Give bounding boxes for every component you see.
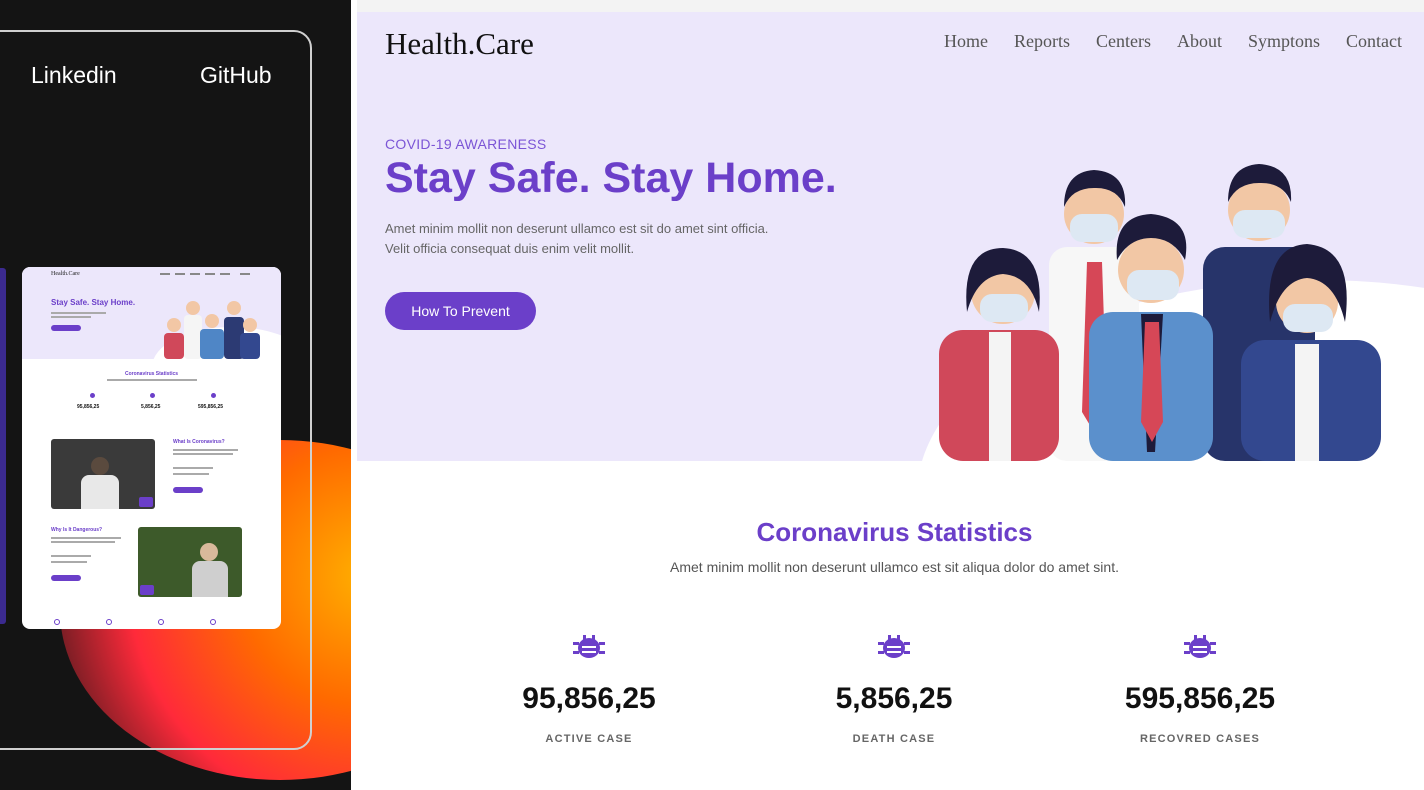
- hero-headline: Stay Safe. Stay Home.: [385, 154, 837, 202]
- thumbnail-text-line: [173, 473, 209, 475]
- thumbnail-photo-elderly-man: [138, 527, 242, 597]
- site-logo[interactable]: Health.Care: [385, 26, 534, 62]
- nav-symptons[interactable]: Symptons: [1248, 31, 1320, 52]
- stat-death-case: 5,856,25 DEATH CASE: [774, 632, 1014, 745]
- stat-label: ACTIVE CASE: [545, 733, 633, 745]
- thumbnail-photo-laptop-woman: [51, 439, 155, 509]
- thumbnail-stat-value: 5,856,25: [141, 404, 161, 410]
- thumbnail-nav-item: [220, 273, 230, 275]
- project-thumbnail[interactable]: Health.Care Stay Safe. Stay Home. Corona…: [22, 267, 281, 629]
- thumbnail-section1-title: What Is Coronavirus?: [173, 439, 225, 445]
- stat-active-case: 95,856,25 ACTIVE CASE: [469, 632, 709, 745]
- thumbnail-footer-icon: [210, 619, 216, 625]
- browser-top-strip: [357, 0, 1424, 12]
- hero-description: Amet minim mollit non deserunt ullamco e…: [385, 221, 769, 236]
- thumbnail-text-line: [51, 541, 115, 543]
- thumbnail-footer-icon: [106, 619, 112, 625]
- hero-description: Velit officia consequat duis enim velit …: [385, 241, 635, 256]
- nav-contact[interactable]: Contact: [1346, 31, 1402, 52]
- thumbnail-hero: Health.Care Stay Safe. Stay Home.: [22, 267, 281, 407]
- thumbnail-stat-value: 95,856,25: [77, 404, 100, 410]
- thumbnail-footer-icon: [54, 619, 60, 625]
- thumbnail-nav-item: [160, 273, 170, 275]
- thumbnail-nav-item: [190, 273, 200, 275]
- thumbnail-text-line: [107, 379, 197, 381]
- virus-icon: [1184, 635, 1216, 658]
- thumbnail-section2-title: Why Is It Dangerous?: [51, 527, 103, 533]
- statistics-subtitle: Amet minim mollit non deserunt ullamco e…: [670, 559, 1119, 575]
- thumbnail-cta: [51, 325, 81, 331]
- virus-icon: [878, 635, 910, 658]
- statistics-title: Coronavirus Statistics: [756, 517, 1033, 547]
- stat-recovered-cases: 595,856,25 RECOVRED CASES: [1080, 632, 1320, 745]
- thumbnail-nav-item: [205, 273, 215, 275]
- thumbnail-text-line: [51, 561, 87, 563]
- thumbnail-stat-icon: [211, 393, 216, 398]
- nav-home[interactable]: Home: [944, 31, 988, 52]
- stat-label: DEATH CASE: [852, 733, 936, 745]
- nav-about[interactable]: About: [1177, 31, 1222, 52]
- thumbnail-stat-icon: [90, 393, 95, 398]
- masked-people-illustration: [939, 164, 1381, 461]
- nav-centers[interactable]: Centers: [1096, 31, 1151, 52]
- thumbnail-hero-title: Stay Safe. Stay Home.: [51, 298, 136, 307]
- stat-value: 5,856,25: [835, 682, 953, 715]
- thumbnail-text-line: [51, 555, 91, 557]
- hero-eyebrow: COVID-19 AWARENESS: [385, 136, 547, 152]
- stat-value: 95,856,25: [522, 682, 656, 715]
- how-to-prevent-button[interactable]: How To Prevent: [385, 292, 536, 330]
- thumbnail-brand: Health.Care: [51, 271, 80, 277]
- nav-reports[interactable]: Reports: [1014, 31, 1070, 52]
- main-nav: Home Reports Centers About Symptons Cont…: [944, 31, 1402, 52]
- stat-value: 595,856,25: [1124, 682, 1276, 715]
- thumbnail-text-line: [51, 537, 121, 539]
- stat-label: RECOVRED CASES: [1139, 733, 1261, 745]
- thumbnail-nav-item: [175, 273, 185, 275]
- github-link[interactable]: GitHub: [200, 62, 272, 89]
- thumbnail-stat-icon: [150, 393, 155, 398]
- thumbnail-footer-icon: [158, 619, 164, 625]
- portfolio-side-panel: Linkedin GitHub Health.Care Stay Safe. S…: [0, 0, 351, 790]
- thumbnail-text-line: [173, 453, 233, 455]
- hero-section: Health.Care Home Reports Centers About S…: [357, 12, 1424, 461]
- thumbnail-text-line: [173, 467, 213, 469]
- thumbnail-stat-value: 595,856,25: [198, 404, 224, 410]
- thumbnail-people-illustration: [164, 301, 260, 359]
- thumbnail-text-line: [51, 312, 106, 314]
- thumbnail-text-line: [51, 316, 91, 318]
- thumbnail-nav-item: [240, 273, 250, 275]
- thumbnail-cta: [173, 487, 203, 493]
- thumbnail-cta: [51, 575, 81, 581]
- thumbnail-text-line: [173, 449, 238, 451]
- website-preview: Health.Care Home Reports Centers About S…: [357, 12, 1424, 790]
- virus-icon: [573, 635, 605, 658]
- linkedin-link[interactable]: Linkedin: [31, 62, 117, 89]
- thumbnail-stats-title: Coronavirus Statistics: [124, 371, 179, 377]
